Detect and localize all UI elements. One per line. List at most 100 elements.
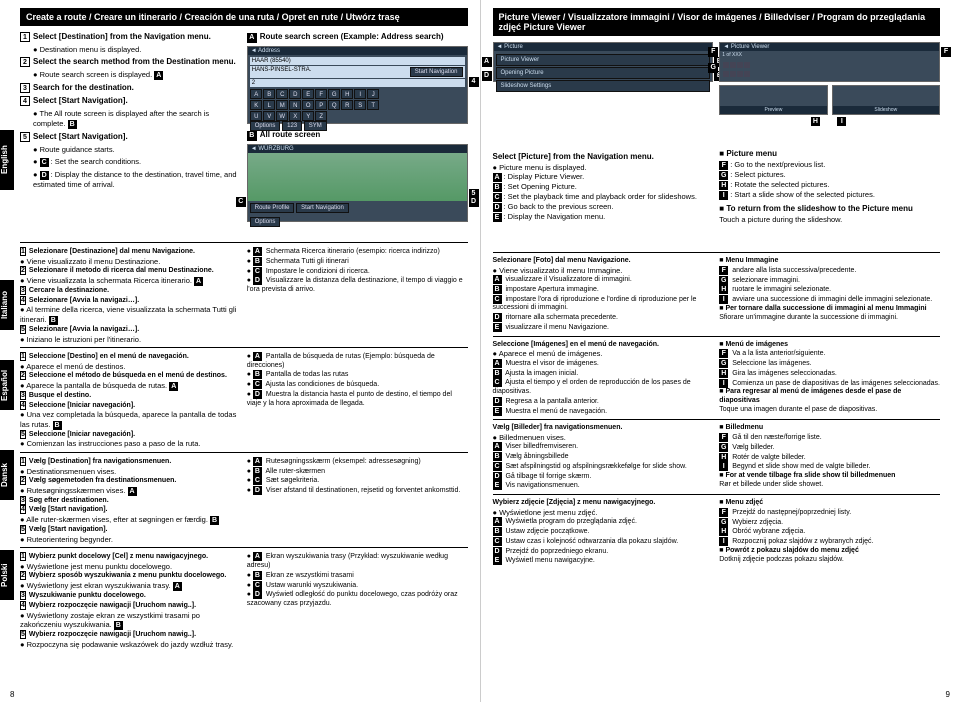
step4-text: Select [Start Navigation].	[33, 96, 128, 106]
it-s5: Selezionare [Avvia la navigazi…].	[29, 326, 139, 333]
shotA-line1: HAAR (85540)	[250, 57, 465, 65]
da-ret: For at vende tilbage fra slide show til …	[725, 472, 895, 479]
da-retb: Rør et billede under slide showet.	[719, 481, 940, 490]
it-rA: visualizzare il Visualizzatore di immagi…	[505, 276, 631, 283]
lang-tab-es: Español	[0, 360, 14, 410]
shotB-startnav[interactable]: Start Navigation	[296, 203, 349, 213]
left-title: Create a route / Creare un itinerario / …	[20, 8, 468, 26]
lang-tab-pl: Polski	[0, 550, 14, 600]
left-page: Create a route / Creare un itinerario / …	[0, 0, 480, 702]
step1-sub: Destination menu is displayed.	[40, 45, 142, 54]
thumb-picture: ◄ Picture Picture Viewer Opening Picture…	[493, 42, 714, 82]
es-A: Pantalla de búsqueda de rutas (Ejemplo: …	[247, 353, 435, 369]
pl-rH: Obróć wybrane zdjęcia.	[732, 528, 805, 535]
en-rC: : Set the playback time and playback ord…	[504, 192, 697, 201]
da-rB: Vælg åbningsbillede	[505, 453, 568, 460]
es-s3: Busque el destino.	[29, 392, 91, 399]
pic-item-viewer[interactable]: Picture Viewer	[496, 54, 711, 66]
es-s5b: Comienzan las instrucciones paso a paso …	[27, 439, 201, 448]
pic-item-opening[interactable]: Opening Picture	[496, 67, 711, 79]
es-ret: Para regresar al menú de imágenes desde …	[719, 388, 901, 404]
pic-item-slideshow[interactable]: Slideshow Settings	[496, 80, 711, 92]
it-D: Visualizzare la distanza della destinazi…	[247, 277, 463, 293]
pl-ret: Powrót z pokazu slajdów do menu zdjęć	[725, 547, 858, 554]
step5c: : Set the search conditions.	[51, 157, 141, 166]
shotA-options[interactable]: Options	[250, 121, 281, 131]
es-s2b: Aparece la pantalla de búsqueda de rutas…	[26, 381, 167, 390]
en-rG: : Select pictures.	[730, 170, 785, 179]
shotA-123[interactable]: 123	[282, 121, 302, 131]
step-3: 3	[20, 83, 30, 93]
label-A: Route search screen (Example: Address se…	[260, 32, 444, 41]
lang-tab-english: English	[0, 130, 14, 190]
it-rH: ruotare le immagini selezionate.	[732, 286, 831, 293]
thumb-preview: Preview	[719, 85, 827, 115]
it-pm: Menu Immagine	[725, 257, 778, 264]
it-selb: Viene visualizzato il menu Immagine.	[499, 266, 622, 275]
es-s1b: Aparece el menú de destinos.	[26, 362, 125, 371]
da-s4b: Alle ruter-skærmen vises, efter at søgni…	[26, 515, 208, 524]
pl-rB: Ustaw zdjęcie początkowe.	[505, 528, 589, 535]
da-rF: Gå til den næste/forrige liste.	[732, 434, 822, 441]
pl-rF: Przejdź do następnej/poprzedniej listy.	[732, 509, 851, 516]
lang-tab-it: Italiano	[0, 280, 14, 330]
es-rF: Va a la lista anterior/siguiente.	[732, 350, 825, 357]
da-selb: Billedmenuen vises.	[499, 433, 566, 442]
shotA-line2: HANS-PINSEL-STRA.	[252, 67, 312, 77]
pl-rE: Wyświetl menu nawigacyjne.	[505, 557, 594, 564]
da-s5: Vælg [Start navigation].	[29, 526, 108, 533]
it-ret: Per tornare dalla successione di immagin…	[725, 305, 926, 312]
shotA-sym[interactable]: SYM	[304, 121, 327, 131]
it-rE: visualizzare il menu Navigazione.	[505, 324, 609, 331]
da-s2b: Rutesøgningsskærmen vises.	[27, 486, 126, 495]
it-rF: andare alla lista successiva/precedente.	[732, 267, 856, 274]
pl-rG: Wybierz zdjęcia.	[732, 519, 783, 526]
shotA-startnav[interactable]: Start Navigation	[410, 67, 463, 77]
pl-selb: Wyświetlone jest menu zdjęć.	[499, 508, 597, 517]
step5-sub: Route guidance starts.	[40, 145, 115, 154]
pl-s2b: Wyświetlony jest ekran wyszukiwania tras…	[27, 581, 171, 590]
shotB-options[interactable]: Options	[250, 217, 281, 227]
en-rB: : Set Opening Picture.	[504, 182, 577, 191]
sel-sub: Picture menu is displayed.	[499, 163, 587, 172]
da-B: Alle ruter-skærmen	[266, 468, 326, 475]
pl-retb: Dotknij zdjęcie podczas pokazu slajdów.	[719, 556, 940, 565]
da-s5b: Ruteorientering begynder.	[27, 535, 113, 544]
es-rE: Muestra el menú de navegación.	[505, 408, 607, 415]
page-number-left: 8	[10, 690, 14, 699]
da-rC: Sæt afspilningstid og afspilningsrækkefø…	[505, 463, 686, 470]
pl-rD: Przejdź do poprzedniego ekranu.	[505, 548, 608, 555]
shotB-routeprofile[interactable]: Route Profile	[250, 203, 295, 213]
da-s1: Vælg [Destination] fra navigationsmenuen…	[29, 458, 171, 465]
es-D: Muestra la distancia hasta el punto de d…	[247, 391, 452, 407]
da-rE: Vis navigationsmenuen.	[505, 482, 579, 489]
it-s1: Selezionare [Destinazione] dal menu Navi…	[29, 248, 195, 255]
shotB-title: WÜRZBURG	[258, 146, 293, 152]
pl-s5b: Rozpoczyna się podawanie wskazówek do ja…	[27, 640, 234, 649]
it-sel: Selezionare [Foto] dal menu Navigazione.	[493, 257, 631, 264]
step5d: : Display the distance to the destinatio…	[33, 170, 237, 189]
screenshot-A: ◄ Address HAAR (85540) HANS-PINSEL-STRA.…	[247, 46, 468, 124]
lang-tab-da: Dansk	[0, 450, 14, 500]
keyboard[interactable]: ABCDEFGHIJ KLMNOPQRST UVWXYZ	[250, 88, 465, 121]
da-rG: Vælg billeder.	[732, 444, 774, 451]
es-C: Ajusta las condiciones de búsqueda.	[266, 381, 380, 388]
pl-s3: Wyszukiwanie punktu docelowego.	[29, 592, 146, 599]
pl-s4b: Wyświetlony zostaje ekran ze wszystkimi …	[20, 611, 200, 629]
pl-rA: Wyświetla program do przeglądania zdjęć.	[505, 518, 636, 525]
es-rG: Seleccione las imágenes.	[732, 360, 811, 367]
step-5: 5	[20, 132, 30, 142]
da-rI: Begynd et slide show med de valgte bille…	[732, 463, 870, 470]
pl-rC: Ustaw czas i kolejność odtwarzania dla p…	[505, 538, 678, 545]
da-sel: Vælg [Billeder] fra navigationsmenuen.	[493, 424, 623, 431]
es-rI: Comienza un pase de diapositivas de las …	[732, 380, 940, 387]
da-pm: Billedmenu	[725, 424, 763, 431]
es-retb: Toque una imagen durante el pase de diap…	[719, 406, 940, 415]
pl-s5: Wybierz rozpoczęcie nawigacji [Uruchom n…	[29, 631, 196, 638]
en-rE: : Display the Navigation menu.	[504, 212, 606, 221]
pl-B: Ekran ze wszystkimi trasami	[266, 572, 354, 579]
pm-heading: Picture menu	[726, 149, 777, 158]
it-C: Impostare le condizioni di ricerca.	[266, 268, 370, 275]
thumb-slideshow: Slideshow	[832, 85, 940, 115]
annot-D: D	[469, 197, 479, 207]
